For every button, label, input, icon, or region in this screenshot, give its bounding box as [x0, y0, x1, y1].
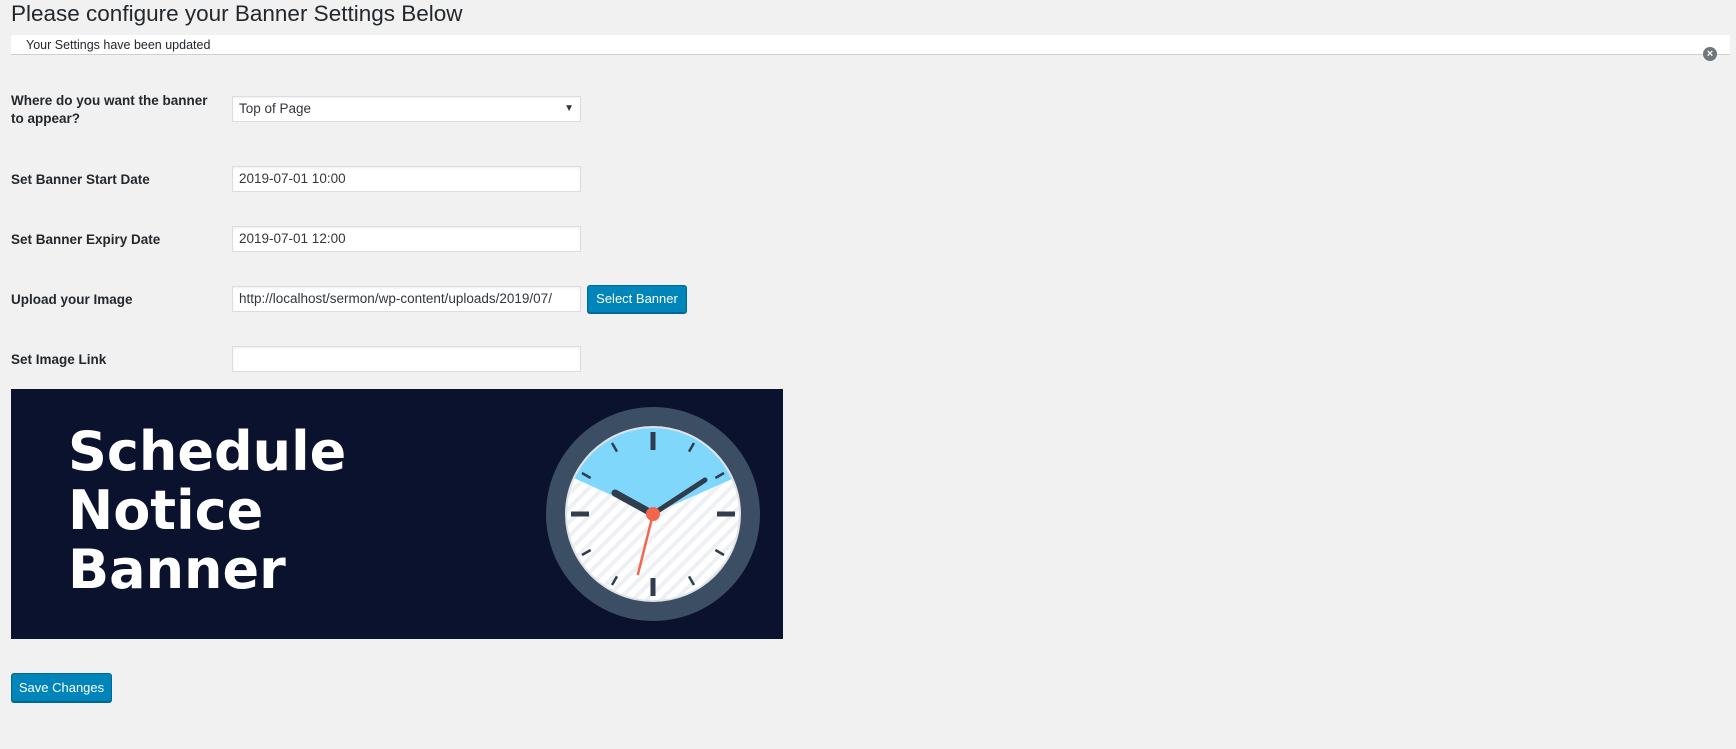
update-notice: Your Settings have been updated [11, 35, 1730, 55]
position-label-line2: to appear? [11, 111, 81, 126]
close-circle-icon[interactable]: × [1703, 47, 1717, 61]
expiry-date-input[interactable]: 2019-07-01 12:00 [232, 226, 581, 252]
start-date-label: Set Banner Start Date [11, 172, 150, 187]
clock-icon [546, 407, 760, 621]
banner-preview: Schedule Notice Banner [11, 389, 783, 639]
notice-message: Your Settings have been updated [26, 38, 211, 52]
image-link-input[interactable] [232, 346, 581, 372]
save-changes-button[interactable]: Save Changes [11, 673, 112, 702]
banner-title-line1: Schedule [68, 420, 347, 483]
select-banner-button[interactable]: Select Banner [587, 285, 687, 313]
upload-image-label: Upload your Image [11, 292, 133, 307]
banner-title-line2: Notice [68, 479, 264, 542]
banner-title-line3: Banner [68, 538, 286, 601]
page-title: Please configure your Banner Settings Be… [11, 1, 463, 26]
position-label: Where do you want the banner to appear? [11, 92, 208, 128]
position-label-line1: Where do you want the banner [11, 93, 208, 108]
image-link-label: Set Image Link [11, 352, 107, 367]
image-url-input[interactable]: http://localhost/sermon/wp-content/uploa… [232, 286, 581, 312]
start-date-input[interactable]: 2019-07-01 10:00 [232, 166, 581, 192]
banner-position-value: Top of Page [239, 101, 312, 116]
caret-down-icon: ▼ [564, 103, 574, 114]
banner-position-select[interactable]: Top of Page ▼ [232, 96, 581, 122]
expiry-date-label: Set Banner Expiry Date [11, 232, 161, 247]
